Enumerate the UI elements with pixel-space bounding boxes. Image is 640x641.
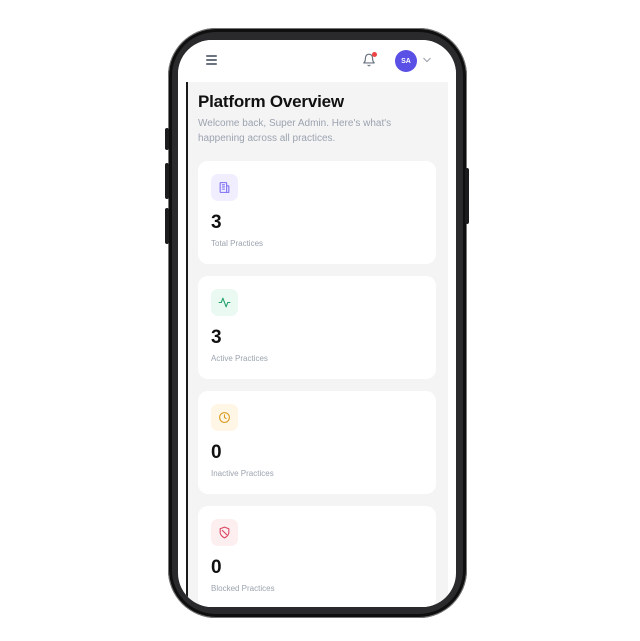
stat-label: Active Practices xyxy=(211,354,268,363)
notification-dot xyxy=(372,52,377,57)
page-subtitle: Welcome back, Super Admin. Here's what's… xyxy=(198,118,392,144)
clock-icon xyxy=(219,412,230,423)
stat-icon-container xyxy=(211,174,238,201)
phone-screen: SA Platform Overview Welcome back, Super… xyxy=(178,40,456,607)
stat-value: 0 xyxy=(211,442,222,463)
avatar[interactable]: SA xyxy=(395,50,417,72)
stat-card-active-practices[interactable]: 3 Active Practices xyxy=(198,276,436,379)
stat-icon-container xyxy=(211,289,238,316)
building-icon xyxy=(219,182,230,193)
activity-icon xyxy=(218,297,231,308)
stat-value: 3 xyxy=(211,327,222,348)
stat-card-inactive-practices[interactable]: 0 Inactive Practices xyxy=(198,391,436,494)
chevron-down-icon[interactable] xyxy=(423,57,431,63)
phone-volume-up-button xyxy=(165,163,169,199)
phone-side-button xyxy=(165,128,169,150)
page-title: Platform Overview xyxy=(198,92,344,111)
stat-icon-container xyxy=(211,404,238,431)
stat-label: Inactive Practices xyxy=(211,469,274,478)
hamburger-menu-icon[interactable] xyxy=(206,55,217,65)
phone-volume-down-button xyxy=(165,208,169,244)
stat-value: 0 xyxy=(211,557,222,578)
top-app-bar: SA xyxy=(178,40,456,82)
stat-card-blocked-practices[interactable]: 0 Blocked Practices xyxy=(198,506,436,607)
shield-off-icon xyxy=(219,526,230,539)
phone-power-button xyxy=(465,168,469,224)
stat-label: Blocked Practices xyxy=(211,584,275,593)
main-content: Platform Overview Welcome back, Super Ad… xyxy=(188,82,448,607)
stat-card-total-practices[interactable]: 3 Total Practices xyxy=(198,161,436,264)
stat-value: 3 xyxy=(211,212,222,233)
stat-label: Total Practices xyxy=(211,239,264,248)
stat-icon-container xyxy=(211,519,238,546)
